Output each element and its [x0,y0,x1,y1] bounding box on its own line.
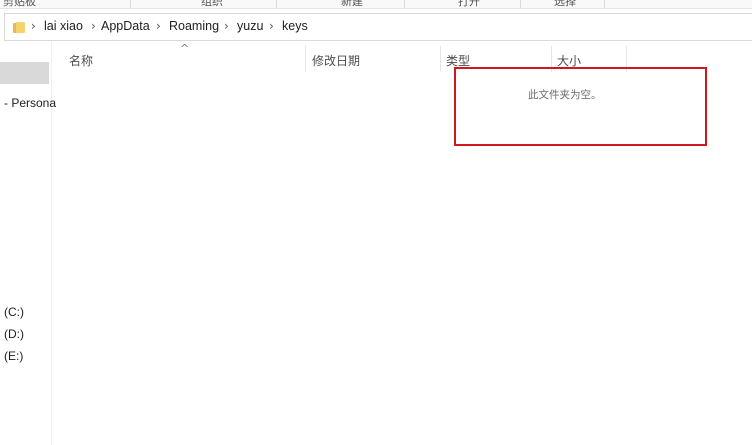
ribbon-group-select: 选择 [554,0,576,8]
address-bar[interactable]: › lai xiao › AppData › Roaming › yuzu › … [4,13,752,41]
nav-item-drive-c[interactable]: (C:) [4,305,24,319]
highlight-annotation-box [454,67,707,146]
ribbon-group-open: 打开 [458,0,480,8]
column-separator[interactable] [305,46,306,72]
chevron-right-icon[interactable]: › [269,19,274,33]
nav-item-drive-e[interactable]: (E:) [4,349,23,363]
ribbon-separator [404,0,405,8]
ribbon-group-captions: 剪贴板 组织 新建 打开 选择 [0,0,752,8]
ribbon-group-new: 新建 [341,0,363,8]
ribbon-group-organize: 组织 [201,0,223,8]
chevron-right-icon[interactable]: › [224,19,229,33]
folder-icon [13,22,25,33]
breadcrumb-keys[interactable]: keys [282,19,308,33]
ribbon-border [0,8,752,9]
sort-ascending-icon: ^ [180,42,190,55]
column-header-date-modified[interactable]: 修改日期 [312,52,360,69]
nav-item-drive-d[interactable]: (D:) [4,327,24,341]
chevron-right-icon[interactable]: › [91,19,96,33]
breadcrumb-appdata[interactable]: AppData [101,19,150,33]
ribbon-separator [520,0,521,8]
ribbon-separator [130,0,131,8]
ribbon-separator [604,0,605,8]
chevron-right-icon[interactable]: › [31,19,36,33]
chevron-right-icon[interactable]: › [156,19,161,33]
breadcrumb-lai-xiao[interactable]: lai xiao [44,19,83,33]
nav-item-onedrive-personal[interactable]: - Persona [4,96,56,110]
breadcrumb-yuzu[interactable]: yuzu [237,19,263,33]
column-header-name[interactable]: 名称 [69,52,93,69]
column-separator[interactable] [440,46,441,72]
ribbon-separator [276,0,277,8]
ribbon-group-clipboard: 剪贴板 [3,0,36,8]
breadcrumb-roaming[interactable]: Roaming [169,19,219,33]
